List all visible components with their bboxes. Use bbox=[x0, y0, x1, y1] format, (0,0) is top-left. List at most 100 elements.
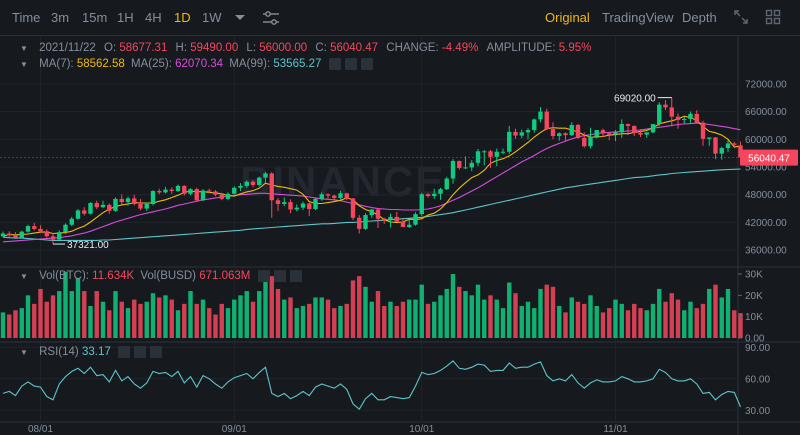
candle-body bbox=[619, 124, 624, 133]
volume-bar bbox=[688, 301, 693, 338]
volume-bar bbox=[525, 301, 531, 338]
volume-bar bbox=[125, 308, 131, 338]
volume-bar bbox=[432, 301, 437, 338]
volume-bar bbox=[388, 301, 393, 338]
low-value: 56000.00 bbox=[259, 42, 308, 54]
toolbar: Time 3m 15m 1H 4H 1D 1W Original Trading… bbox=[0, 0, 800, 36]
volume-bar bbox=[600, 312, 606, 338]
view-depth[interactable]: Depth bbox=[682, 10, 717, 25]
vol-busd-label: Vol(BUSD) bbox=[140, 270, 196, 283]
fullscreen-icon[interactable] bbox=[733, 9, 751, 27]
price-tick-label: 60000.00 bbox=[745, 135, 787, 146]
interval-15m[interactable]: 15m bbox=[82, 10, 107, 25]
time-button[interactable]: Time bbox=[12, 10, 40, 25]
collapse-caret-icon[interactable]: ▼ bbox=[20, 60, 28, 69]
volume-bar bbox=[7, 314, 12, 338]
candle-body bbox=[563, 133, 568, 136]
volume-bar bbox=[363, 286, 368, 338]
chevron-down-icon[interactable] bbox=[233, 12, 251, 30]
candle-body bbox=[682, 118, 687, 120]
volume-bar bbox=[269, 276, 274, 338]
amplitude-value: 5.95% bbox=[558, 42, 592, 54]
candle-body bbox=[544, 111, 549, 130]
rsi-settings-icon[interactable] bbox=[133, 346, 146, 358]
vol-settings-icon[interactable] bbox=[273, 270, 286, 282]
candle-body bbox=[188, 189, 193, 194]
volume-bar bbox=[32, 303, 37, 338]
volume-bar bbox=[657, 288, 662, 338]
candle-body bbox=[675, 116, 681, 120]
candle-body bbox=[388, 216, 393, 220]
volume-bar bbox=[75, 278, 81, 338]
rsi-visibility-icon[interactable] bbox=[117, 346, 130, 358]
candle-body bbox=[638, 132, 643, 135]
candle-body bbox=[694, 113, 699, 123]
candle-body bbox=[144, 203, 149, 209]
date-tick-label: 11/01 bbox=[603, 424, 628, 435]
candle-body bbox=[432, 193, 437, 197]
volume-bar bbox=[275, 288, 281, 338]
rsi-close-icon[interactable] bbox=[149, 346, 162, 358]
volume-bar bbox=[157, 297, 162, 338]
candle-body bbox=[594, 130, 599, 137]
interval-1w[interactable]: 1W bbox=[202, 10, 222, 25]
interval-4h[interactable]: 4H bbox=[145, 10, 162, 25]
date-tick-label: 10/01 bbox=[409, 424, 434, 435]
indicator-settings-icon[interactable] bbox=[262, 9, 280, 27]
volume-bar bbox=[332, 308, 337, 338]
volume-bar bbox=[219, 303, 224, 338]
view-original[interactable]: Original bbox=[545, 10, 590, 25]
candle-body bbox=[613, 132, 618, 135]
collapse-caret-icon[interactable]: ▼ bbox=[20, 44, 28, 53]
view-tradingview[interactable]: TradingView bbox=[602, 10, 674, 25]
amplitude-label: AMPLITUDE: bbox=[486, 42, 556, 54]
interval-1d[interactable]: 1D bbox=[174, 10, 191, 25]
candle-body bbox=[275, 200, 281, 204]
chart-area[interactable]: BINANCE 72000.00 66000.00 60000.00 54000.00… bbox=[0, 36, 800, 435]
volume-bar bbox=[382, 306, 387, 338]
interval-1h[interactable]: 1H bbox=[117, 10, 134, 25]
ma7-label: MA(7): bbox=[39, 58, 74, 71]
candle-body bbox=[213, 191, 218, 195]
candle-body bbox=[494, 151, 499, 157]
rsi-tick-label: 30.00 bbox=[745, 406, 770, 417]
grid-layout-icon[interactable] bbox=[765, 9, 783, 27]
candle-body bbox=[113, 198, 118, 211]
price-chart[interactable]: 72000.0066000.0060000.0054000.0048000.00… bbox=[0, 36, 800, 435]
candle-body bbox=[338, 193, 343, 198]
ma-visibility-icon[interactable] bbox=[328, 58, 341, 70]
candle-body bbox=[475, 151, 481, 163]
candle-body bbox=[450, 160, 456, 179]
candle-body bbox=[157, 191, 162, 193]
candle-body bbox=[75, 210, 81, 219]
candle-body bbox=[588, 136, 593, 147]
ma-close-icon[interactable] bbox=[360, 58, 373, 70]
candle-body bbox=[732, 143, 737, 145]
volume-bar bbox=[550, 286, 556, 338]
collapse-caret-icon[interactable]: ▼ bbox=[20, 272, 28, 281]
candle-body bbox=[707, 137, 712, 139]
ma-settings-icon[interactable] bbox=[344, 58, 357, 70]
candle-body bbox=[457, 160, 462, 168]
vol-btc-label: Vol(BTC): bbox=[39, 270, 89, 283]
candle-body bbox=[575, 124, 581, 138]
volume-bar bbox=[300, 306, 306, 338]
vol-visibility-icon[interactable] bbox=[257, 270, 270, 282]
volume-bar bbox=[357, 276, 362, 338]
vol-close-icon[interactable] bbox=[289, 270, 302, 282]
volume-bar bbox=[207, 308, 212, 338]
volume-bar bbox=[169, 299, 174, 338]
interval-3m[interactable]: 3m bbox=[51, 10, 69, 25]
volume-bar bbox=[188, 291, 193, 338]
candle-body bbox=[507, 131, 512, 152]
candle-body bbox=[0, 233, 6, 237]
candle-body bbox=[200, 190, 206, 201]
volume-bar bbox=[225, 308, 231, 338]
candle-body bbox=[7, 233, 12, 236]
volume-bar bbox=[344, 303, 349, 338]
candle-body bbox=[500, 151, 506, 153]
volume-bar bbox=[294, 308, 299, 338]
collapse-caret-icon[interactable]: ▼ bbox=[20, 348, 28, 357]
candle-body bbox=[582, 137, 587, 147]
volume-bar bbox=[582, 303, 587, 338]
